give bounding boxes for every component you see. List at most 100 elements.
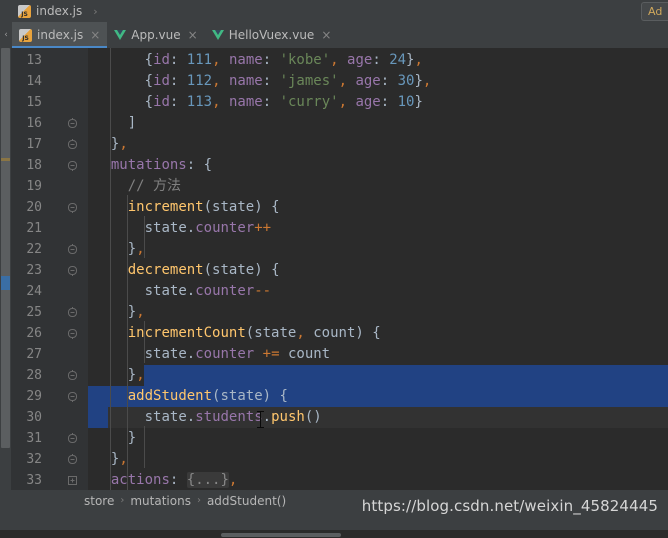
code-text: mutations: { (110, 157, 213, 173)
fold-toggle-icon[interactable] (67, 475, 78, 486)
fold-toggle-icon[interactable] (67, 391, 78, 402)
fold-toggle-icon[interactable] (67, 118, 78, 129)
line-number: 28 (26, 368, 42, 383)
code-line[interactable]: }, (88, 365, 668, 386)
line-number: 13 (26, 53, 42, 68)
close-icon[interactable]: × (188, 29, 198, 41)
code-text: incrementCount(state, count) { (127, 325, 381, 341)
code-line[interactable]: incrementCount(state, count) { (88, 323, 668, 344)
fold-toggle-icon[interactable] (67, 370, 78, 381)
code-text: state.counter++ (144, 220, 272, 236)
tab-label: index.js (37, 28, 84, 42)
code-line[interactable]: mutations: { (88, 155, 668, 176)
code-line[interactable]: }, (88, 239, 668, 260)
code-line[interactable]: state.counter += count (88, 344, 668, 365)
close-icon[interactable]: × (90, 29, 100, 41)
fold-toggle-icon[interactable] (67, 139, 78, 150)
code-text: }, (127, 304, 145, 320)
line-number: 17 (26, 137, 42, 152)
js-file-icon (18, 4, 31, 18)
line-number: 24 (26, 284, 42, 299)
editor-gutter[interactable]: 13 14 15 16 17 18 19 20 21 22 23 24 25 26 27 28 29 30 31 32… (11, 48, 88, 490)
selection-highlight (144, 365, 668, 386)
line-number: 20 (26, 200, 42, 215)
add-configuration-button[interactable]: Ad (641, 1, 668, 21)
line-number: 19 (26, 179, 42, 194)
code-text: ] (127, 115, 137, 131)
line-number: 29 (26, 389, 42, 404)
tab-app-vue[interactable]: App.vue × (107, 22, 204, 48)
code-line[interactable]: ] (88, 113, 668, 134)
tab-scroll-left-icon[interactable]: ‹ (0, 22, 12, 48)
line-number: 33 (26, 473, 42, 488)
line-number: 25 (26, 305, 42, 320)
code-line[interactable]: state.counter-- (88, 281, 668, 302)
fold-toggle-icon[interactable] (67, 454, 78, 465)
editor-horizontal-scrollbar[interactable] (11, 532, 668, 538)
fold-toggle-icon[interactable] (67, 244, 78, 255)
editor-tab-bar: ‹ index.js × App.vue × HelloVuex.vue × (0, 22, 668, 48)
code-line[interactable]: state.students.push() (88, 407, 668, 428)
code-text: }, (110, 136, 128, 152)
code-line[interactable]: }, (88, 449, 668, 470)
code-editor[interactable]: 13 14 15 16 17 18 19 20 21 22 23 24 25 26 27 28 29 30 31 32… (0, 48, 668, 537)
tab-index-js[interactable]: index.js × (12, 22, 108, 48)
code-text: // 方法 (94, 178, 182, 194)
tab-hellovuex-vue[interactable]: HelloVuex.vue × (205, 22, 339, 48)
code-text: }, (110, 451, 128, 467)
text-cursor-icon (257, 411, 264, 428)
code-line[interactable]: {id: 112, name: 'james', age: 30}, (88, 71, 668, 92)
code-line[interactable]: }, (88, 302, 668, 323)
js-file-icon (19, 28, 32, 42)
line-number: 15 (26, 95, 42, 110)
vue-file-icon (114, 30, 127, 40)
code-line[interactable]: } (88, 428, 668, 449)
breadcrumb-item-store[interactable]: store (84, 494, 114, 508)
fold-toggle-icon[interactable] (67, 265, 78, 276)
breadcrumb: store › mutations › addStudent() (0, 494, 286, 508)
code-line[interactable]: }, (88, 134, 668, 155)
breadcrumb-item-mutations[interactable]: mutations (130, 494, 191, 508)
code-line[interactable]: state.counter++ (88, 218, 668, 239)
code-text: }, (127, 241, 145, 257)
change-marker[interactable] (1, 276, 10, 290)
code-line[interactable]: actions: {...}, (88, 470, 668, 490)
ide-window: index.js › Ad ‹ index.js × App.vue × Hel… (0, 0, 668, 537)
vue-file-icon (211, 30, 224, 40)
fold-toggle-icon[interactable] (67, 307, 78, 318)
code-text: state.students.push() (144, 409, 322, 425)
editor-left-scrollbar[interactable] (0, 48, 11, 490)
code-line[interactable]: addStudent(state) { (88, 386, 668, 407)
fold-toggle-icon[interactable] (67, 433, 78, 444)
code-text: {id: 112, name: 'james', age: 30}, (144, 73, 432, 89)
fold-toggle-icon[interactable] (67, 160, 78, 171)
breadcrumb-item-addstudent[interactable]: addStudent() (207, 494, 286, 508)
line-number: 32 (26, 452, 42, 467)
code-line[interactable]: {id: 111, name: 'kobe', age: 24}, (88, 50, 668, 71)
code-text: state.counter += count (144, 346, 331, 362)
navbar-file-breadcrumb[interactable]: index.js › (0, 4, 98, 18)
fold-toggle-icon[interactable] (67, 202, 78, 213)
scrollbar-thumb[interactable] (221, 533, 341, 537)
code-line[interactable]: {id: 113, name: 'curry', age: 10} (88, 92, 668, 113)
line-number: 26 (26, 326, 42, 341)
line-number: 14 (26, 74, 42, 89)
close-icon[interactable]: × (321, 29, 331, 41)
scrollbar-thumb[interactable] (1, 48, 10, 448)
fold-toggle-icon[interactable] (67, 328, 78, 339)
watermark-text: https://blog.csdn.net/weixin_45824445 (361, 497, 658, 515)
line-number: 21 (26, 221, 42, 236)
code-text: addStudent(state) { (127, 388, 288, 404)
code-line[interactable]: // 方法 (88, 176, 668, 197)
line-number: 31 (26, 431, 42, 446)
line-number: 16 (26, 116, 42, 131)
line-number: 18 (26, 158, 42, 173)
line-number: 30 (26, 410, 42, 425)
warning-marker[interactable] (1, 158, 10, 161)
chevron-right-icon: › (93, 4, 98, 18)
indent-guide (144, 426, 145, 468)
editor-code-area[interactable]: {id: 111, name: 'kobe', age: 24}, {id: 1… (88, 48, 668, 490)
chevron-right-icon: › (196, 495, 201, 506)
code-line[interactable]: decrement(state) { (88, 260, 668, 281)
code-line[interactable]: increment(state) { (88, 197, 668, 218)
